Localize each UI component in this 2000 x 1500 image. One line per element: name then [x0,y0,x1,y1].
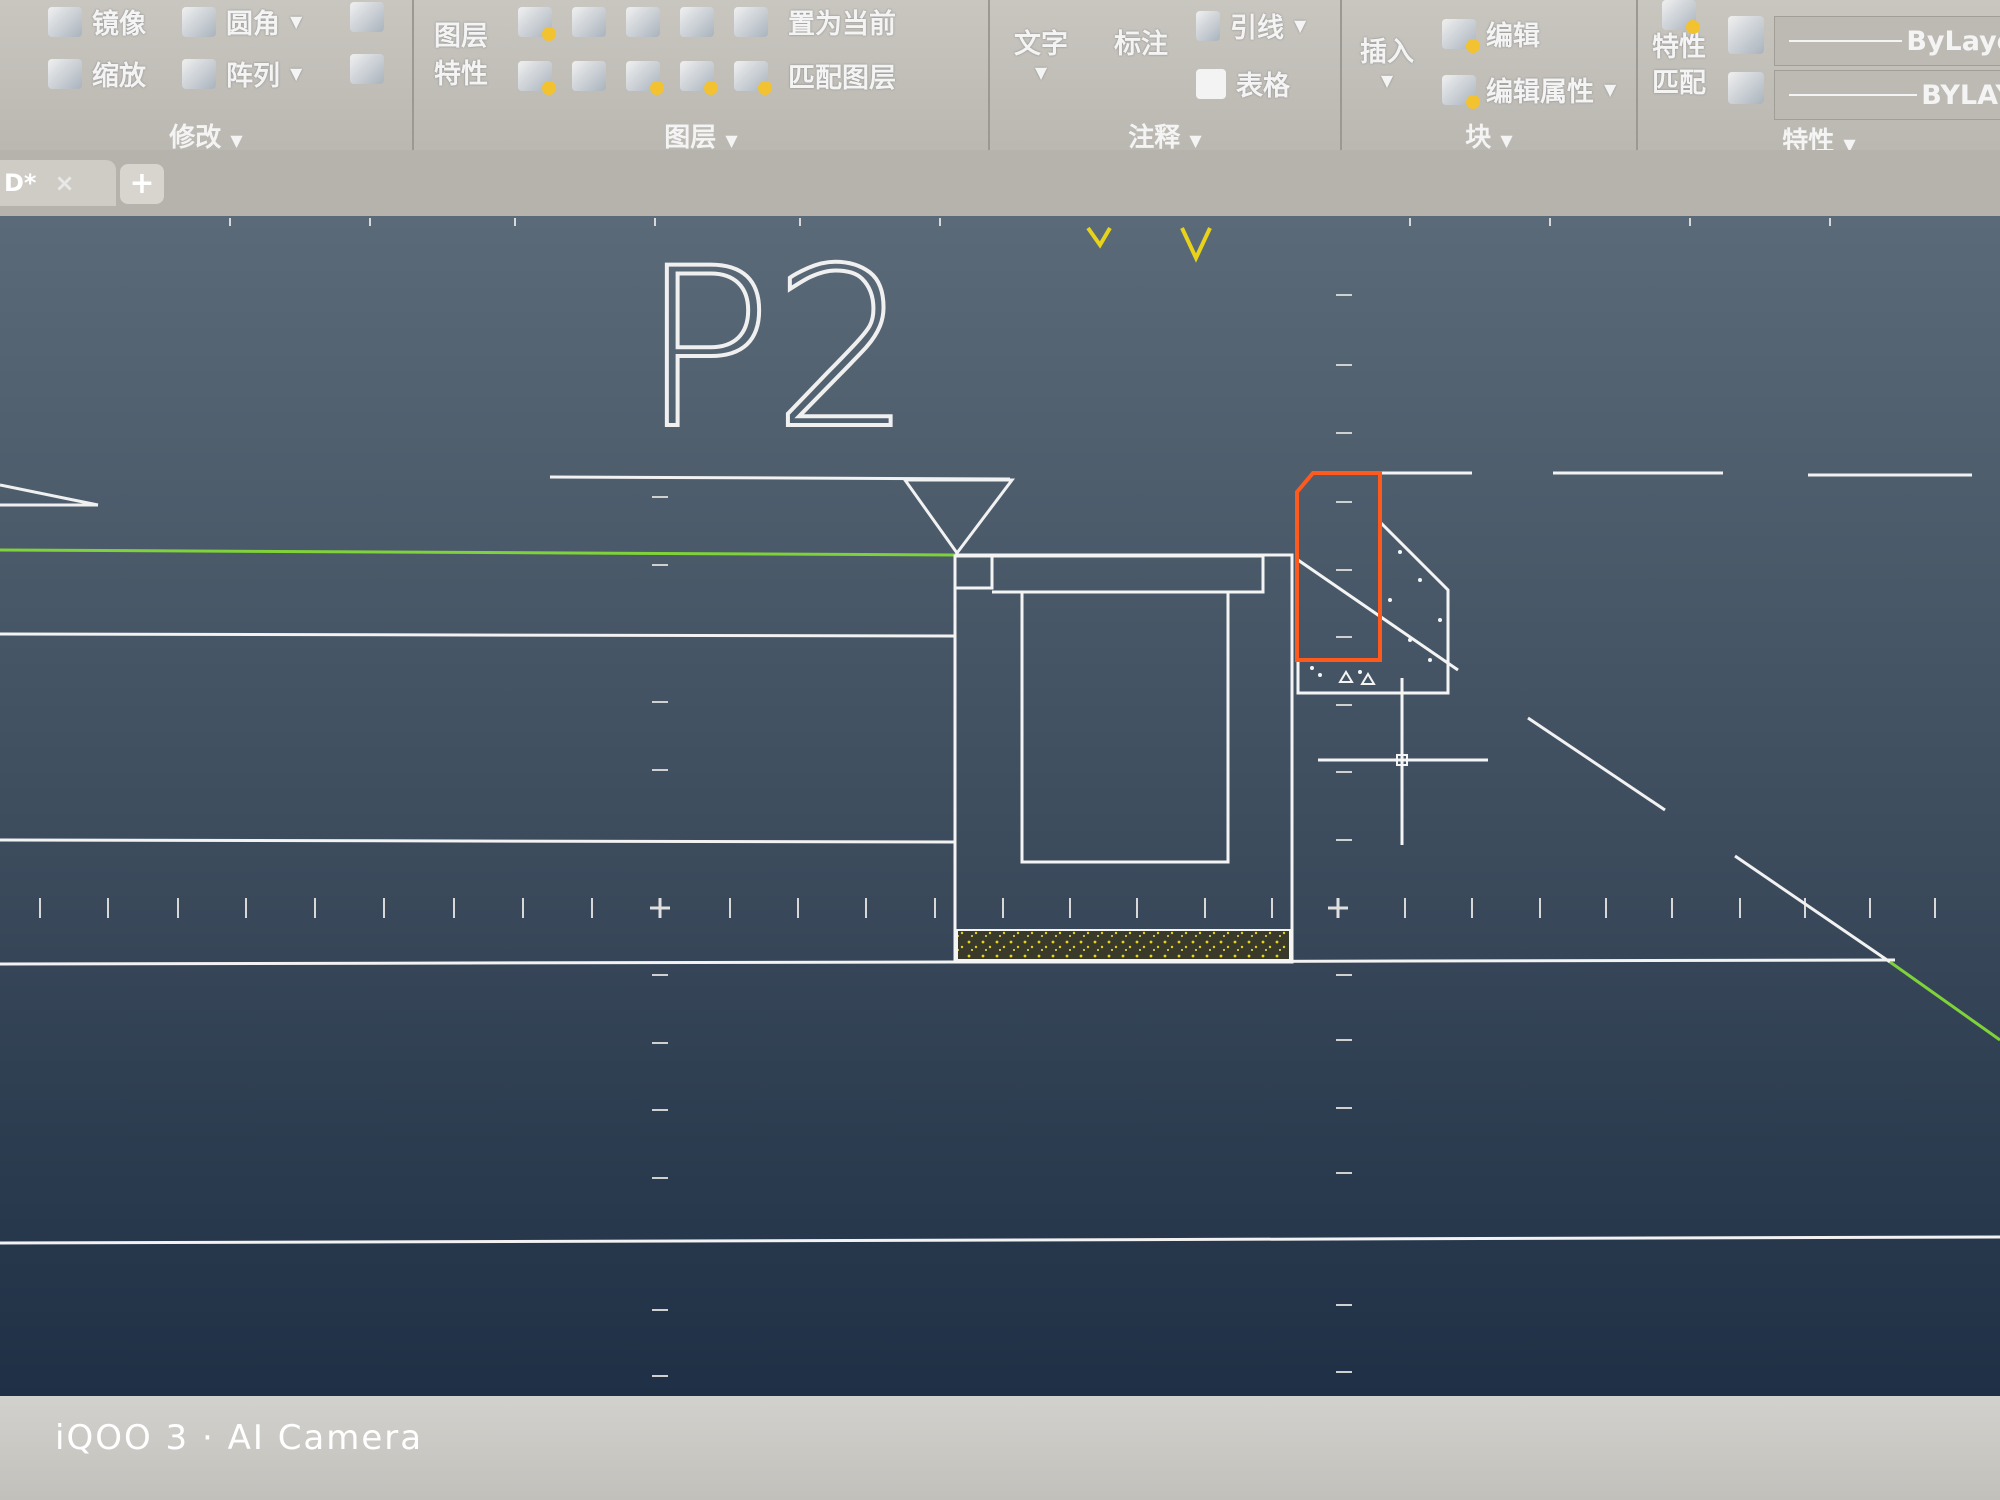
match-properties-button[interactable]: 特性 匹配 [1652,0,1706,102]
insert-button[interactable]: 插入 ▼ [1360,30,1414,90]
set-current-button[interactable]: 置为当前 [788,2,896,41]
layer-unlock-icon[interactable] [680,60,718,95]
layer-freeze-icon[interactable] [626,6,660,37]
layer-isolate-icon[interactable] [572,6,606,37]
text-label: 文字 [1014,29,1068,60]
mirror-button[interactable]: 镜像 [48,2,146,41]
set-current-icon [734,6,768,37]
text-button[interactable]: 文字 ▼ [1014,22,1068,82]
layer-on-icon[interactable] [518,60,556,95]
block-panel: 插入 ▼ 编辑 编辑属性 ▼ 块 ▼ [1342,0,1638,160]
color-value: ByLaye [1906,25,2000,57]
linetype-icon[interactable] [1728,72,1764,104]
chevron-down-icon[interactable]: ▼ [290,12,302,31]
close-icon[interactable]: × [54,169,74,197]
chevron-down-icon[interactable]: ▼ [290,64,302,83]
scale-button[interactable]: 缩放 [48,54,146,93]
leader-label: 引线 [1230,13,1284,44]
chevron-down-icon: ▼ [1380,71,1394,90]
layer-properties-button[interactable]: 图层 特性 [434,20,488,92]
table-label: 表格 [1236,71,1290,102]
modify-tool-icon [350,2,384,32]
fillet-icon [182,6,216,37]
chevron-down-icon[interactable]: ▼ [1294,16,1306,35]
layer-unisolate-icon[interactable] [572,60,606,91]
table-button[interactable]: 表格 [1196,64,1290,103]
chevron-down-icon: ▼ [1034,63,1048,82]
properties-panel: 特性 匹配 ByLaye BYLAY 特性 ▼ [1638,0,2000,160]
match-properties-label-1: 特性 [1652,32,1706,63]
block-edit-label: 编辑 [1486,21,1540,52]
dimension-button[interactable]: 标注 [1114,22,1168,61]
fillet-button[interactable]: 圆角 ▼ [182,2,302,41]
new-tab-button[interactable]: + [120,164,164,204]
edit-attributes-button[interactable]: 编辑属性 ▼ [1442,70,1616,109]
drawing-svg[interactable]: P2 [0,216,2000,1396]
list-icon-wrap [1728,16,1764,54]
chevron-down-icon: ▼ [230,131,243,150]
layers-panel-title[interactable]: 图层 ▼ [414,117,988,154]
block-edit-button[interactable]: 编辑 [1442,14,1540,53]
plus-icon: + [129,166,155,201]
linetype-line-sample [1789,94,1918,96]
drawing-tab[interactable]: D* × [0,160,116,206]
linetype-icon-wrap [1728,72,1764,104]
layers-panel: 图层 特性 置为当前 匹配图层 图层 ▼ [414,0,990,160]
annotation-panel: 文字 ▼ 标注 引线 ▼ 表格 注释 ▼ [990,0,1342,160]
horizontal-line-1 [0,632,956,638]
mirror-label: 镜像 [92,9,146,40]
scale-label: 缩放 [92,61,146,92]
edit-attributes-icon [1442,74,1480,109]
layer-tools-row-1: 置为当前 [518,2,896,41]
ribbon: 镜像 圆角 ▼ 缩放 阵列 ▼ 修改 ▼ 图层 特性 置为当前 匹配图层 图层 … [0,0,2000,165]
dimension-label: 标注 [1114,29,1168,60]
block-panel-title[interactable]: 块 ▼ [1342,117,1636,154]
annotation-panel-title[interactable]: 注释 ▼ [990,117,1340,154]
layer-lock-icon[interactable] [680,6,714,37]
camera-watermark: iQOO 3 · AI Camera [55,1418,424,1458]
drawing-tab-label: D* [4,169,37,197]
leader-icon [1196,10,1220,41]
mirror-icon [48,6,82,37]
layer-tools-row-2: 匹配图层 [518,56,896,95]
array-label: 阵列 [226,61,280,92]
match-layer-button[interactable]: 匹配图层 [788,56,896,95]
fillet-label: 圆角 [226,9,280,40]
chevron-down-icon: ▼ [1500,131,1513,150]
layer-thaw-icon[interactable] [626,60,664,95]
match-properties-label-2: 匹配 [1652,68,1706,99]
list-icon[interactable] [1728,16,1764,54]
leader-button[interactable]: 引线 ▼ [1196,6,1306,45]
match-layer-icon [734,60,772,95]
color-dropdown[interactable]: ByLaye [1774,16,2000,66]
file-tab-bar [0,150,2000,216]
table-icon [1196,68,1226,99]
layer-off-icon[interactable] [518,6,556,41]
scale-icon [48,58,82,89]
linetype-value: BYLAY [1921,79,2000,111]
chevron-down-icon: ▼ [1189,131,1202,150]
array-button[interactable]: 阵列 ▼ [182,54,302,93]
array-icon [182,58,216,89]
modify-extra-button[interactable] [350,2,384,32]
layer-properties-label-2: 特性 [434,59,488,90]
insert-label: 插入 [1360,37,1414,68]
canvas-background [0,216,2000,1396]
horizontal-line-2 [0,838,956,844]
sand-bedding [956,929,1291,961]
offset-button[interactable] [350,54,384,84]
match-properties-icon [1662,0,1700,34]
linetype-dropdown[interactable]: BYLAY [1774,70,2000,120]
block-edit-icon [1442,18,1480,53]
drawing-label: P2 [640,221,913,477]
layer-properties-label-1: 图层 [434,21,488,52]
drawing-canvas[interactable]: P2 [0,216,2000,1396]
offset-icon [350,54,384,84]
edit-attributes-label: 编辑属性 [1486,77,1594,108]
color-line-sample [1789,40,1903,42]
modify-panel: 镜像 圆角 ▼ 缩放 阵列 ▼ 修改 ▼ [0,0,414,160]
chevron-down-icon: ▼ [725,131,738,150]
modify-panel-title[interactable]: 修改 ▼ [0,117,412,154]
chevron-down-icon[interactable]: ▼ [1604,80,1616,99]
